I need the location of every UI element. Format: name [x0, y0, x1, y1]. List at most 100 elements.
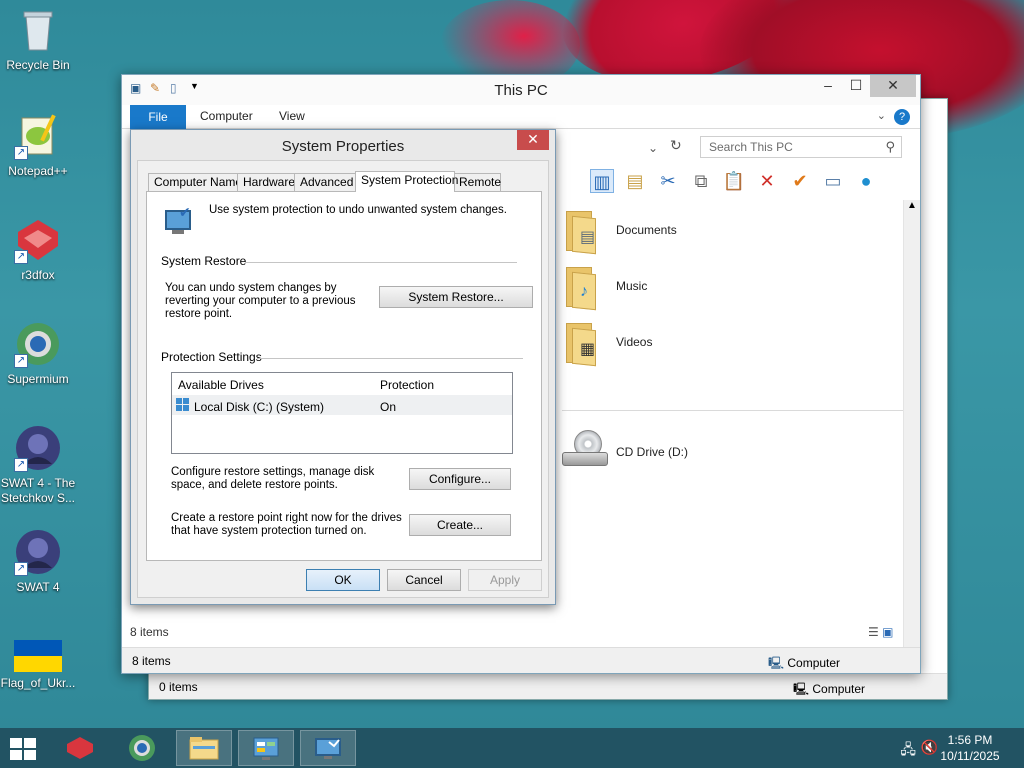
computer-icon: 🖳	[768, 656, 785, 670]
drives-table: Available Drives Protection Local Disk (…	[171, 372, 513, 454]
details-view-icon[interactable]: ☰	[868, 625, 879, 639]
list-item-label: Music	[616, 279, 648, 293]
command-toolbar: ▥ ▤ ✂ ⧉ 📋 ✕ ✔ ▭ ●	[590, 169, 878, 193]
apply-button[interactable]: Apply	[468, 569, 542, 591]
search-input[interactable]: Search This PC ⚲	[700, 136, 902, 158]
status-bar: 8 items 🖳 Computer	[122, 647, 920, 673]
check-icon[interactable]: ✔	[788, 169, 812, 193]
system-restore-button[interactable]: System Restore...	[379, 286, 533, 308]
network-icon[interactable]: 🖧	[900, 739, 916, 763]
notepadpp-icon: ↗	[14, 112, 62, 160]
taskbar-file-explorer-icon[interactable]	[176, 730, 232, 766]
status-location-label: Computer	[812, 682, 866, 696]
list-item[interactable]: ▤ Documents	[562, 205, 902, 259]
refresh-icon[interactable]: ↻	[670, 137, 682, 154]
search-placeholder: Search This PC	[709, 140, 793, 154]
tab-file[interactable]: File	[130, 105, 186, 129]
taskbar-supermium-icon[interactable]	[114, 730, 170, 766]
list-item[interactable]: ▦ Videos	[562, 317, 902, 371]
shell-icon[interactable]: ●	[854, 169, 878, 193]
column-header-drives[interactable]: Available Drives	[178, 378, 264, 392]
drive-name: Local Disk (C:) (System)	[194, 400, 325, 414]
preview-pane-icon[interactable]: ▥	[590, 169, 614, 193]
tab-view[interactable]: View	[279, 109, 305, 123]
window-title: This PC	[494, 82, 548, 99]
taskbar-control-panel-icon[interactable]	[238, 730, 294, 766]
clock-date: 10/11/2025	[940, 749, 1000, 763]
tab-computer-name[interactable]: Computer Name	[148, 173, 242, 191]
cd-drive-label[interactable]: CD Drive (D:)	[616, 445, 688, 459]
status-location: 🖳 Computer	[793, 680, 865, 701]
status-location-label: Computer	[787, 656, 841, 670]
system-protection-icon: ✔	[161, 204, 195, 238]
create-text: Create a restore point right now for the…	[171, 512, 402, 537]
documents-folder-icon: ▤	[562, 209, 598, 255]
help-icon[interactable]: ?	[894, 109, 910, 125]
local-disk-icon	[176, 398, 192, 412]
desktop-icon-flag-of-ukraine[interactable]: Flag_of_Ukr...	[0, 640, 76, 691]
shortcut-arrow-icon: ↗	[14, 458, 28, 472]
computer-icon: 🖳	[793, 682, 810, 696]
cut-icon[interactable]: ✂	[656, 169, 680, 193]
rename-icon[interactable]: ▭	[821, 169, 845, 193]
tab-remote[interactable]: Remote	[453, 173, 501, 191]
copy-icon[interactable]: ⧉	[689, 169, 713, 193]
desktop-icon-notepadpp[interactable]: ↗ Notepad++	[0, 112, 76, 179]
table-header: Available Drives Protection	[172, 373, 512, 395]
tab-advanced[interactable]: Advanced	[294, 173, 356, 191]
maximize-button[interactable]: ☐	[842, 75, 870, 97]
shortcut-arrow-icon: ↗	[14, 354, 28, 368]
group-divider	[562, 410, 912, 411]
cd-drive-icon[interactable]	[562, 430, 612, 474]
ok-button[interactable]: OK	[306, 569, 380, 591]
shortcut-arrow-icon: ↗	[14, 250, 28, 264]
tab-system-protection[interactable]: System Protection	[355, 171, 458, 192]
tab-hardware[interactable]: Hardware	[237, 173, 295, 191]
column-header-protection[interactable]: Protection	[380, 378, 434, 392]
recycle-bin-icon	[14, 6, 62, 54]
system-protection-panel: ✔ Use system protection to undo unwanted…	[146, 191, 542, 561]
cancel-button[interactable]: Cancel	[387, 569, 461, 591]
system-properties-dialog[interactable]: System Properties ✕ Computer Name Hardwa…	[130, 129, 556, 605]
list-item[interactable]: ♪ Music	[562, 261, 902, 315]
desktop-icon-supermium[interactable]: ↗ Supermium	[0, 320, 76, 387]
taskbar-system-properties-icon[interactable]	[300, 730, 356, 766]
taskbar-r3dfox-icon[interactable]	[52, 730, 108, 766]
desktop-icon-recycle-bin[interactable]: Recycle Bin	[0, 6, 76, 73]
tab-computer[interactable]: Computer	[200, 109, 253, 123]
vertical-scrollbar[interactable]: ▲ ▼	[903, 200, 920, 673]
desktop-icon-swat4-stetchkov[interactable]: ↗ SWAT 4 - The Stetchkov S...	[0, 424, 76, 506]
scroll-up-icon[interactable]: ▲	[904, 200, 920, 211]
protection-settings-group-label: Protection Settings	[161, 350, 262, 364]
drive-protection-status: On	[380, 400, 397, 414]
table-row[interactable]: Local Disk (C:) (System) On	[172, 395, 512, 415]
desktop-icon-label: Flag_of_Ukr...	[0, 676, 76, 690]
address-dropdown-icon[interactable]: ⌄	[648, 141, 658, 155]
create-button[interactable]: Create...	[409, 514, 511, 536]
desktop-icon-swat4[interactable]: ↗ SWAT 4	[0, 528, 76, 595]
minimize-button[interactable]: –	[814, 75, 842, 97]
close-icon[interactable]: ✕	[517, 130, 549, 150]
start-button[interactable]	[10, 738, 36, 760]
dialog-title: System Properties	[281, 138, 405, 155]
clock[interactable]: 1:56 PM 10/11/2025	[930, 732, 1010, 764]
dialog-body: Computer Name Hardware Advanced System P…	[137, 160, 549, 598]
shortcut-arrow-icon: ↗	[14, 562, 28, 576]
desktop-icon-label: Recycle Bin	[6, 58, 70, 72]
music-folder-icon: ♪	[562, 265, 598, 311]
desktop-icon-label: Notepad++	[8, 164, 68, 178]
list-item-label: Documents	[616, 223, 677, 237]
system-restore-text: You can undo system changes by reverting…	[165, 282, 356, 320]
large-icons-view-icon[interactable]: ▣	[882, 625, 893, 639]
close-button[interactable]: ✕	[870, 75, 916, 97]
configure-button[interactable]: Configure...	[409, 468, 511, 490]
delete-icon[interactable]: ✕	[755, 169, 779, 193]
shortcut-arrow-icon: ↗	[14, 146, 28, 160]
status-item-count: 8 items	[132, 654, 171, 668]
chevron-down-icon[interactable]: ⌄	[877, 109, 886, 122]
folder-options-icon[interactable]: ▤	[623, 169, 647, 193]
paste-icon[interactable]: 📋	[722, 169, 746, 193]
desktop-icon-r3dfox[interactable]: ↗ r3dfox	[0, 216, 76, 283]
search-icon: ⚲	[885, 139, 895, 154]
title-bar[interactable]: ▣ ✎ ▯ ▼ This PC – ☐ ✕	[122, 75, 920, 105]
